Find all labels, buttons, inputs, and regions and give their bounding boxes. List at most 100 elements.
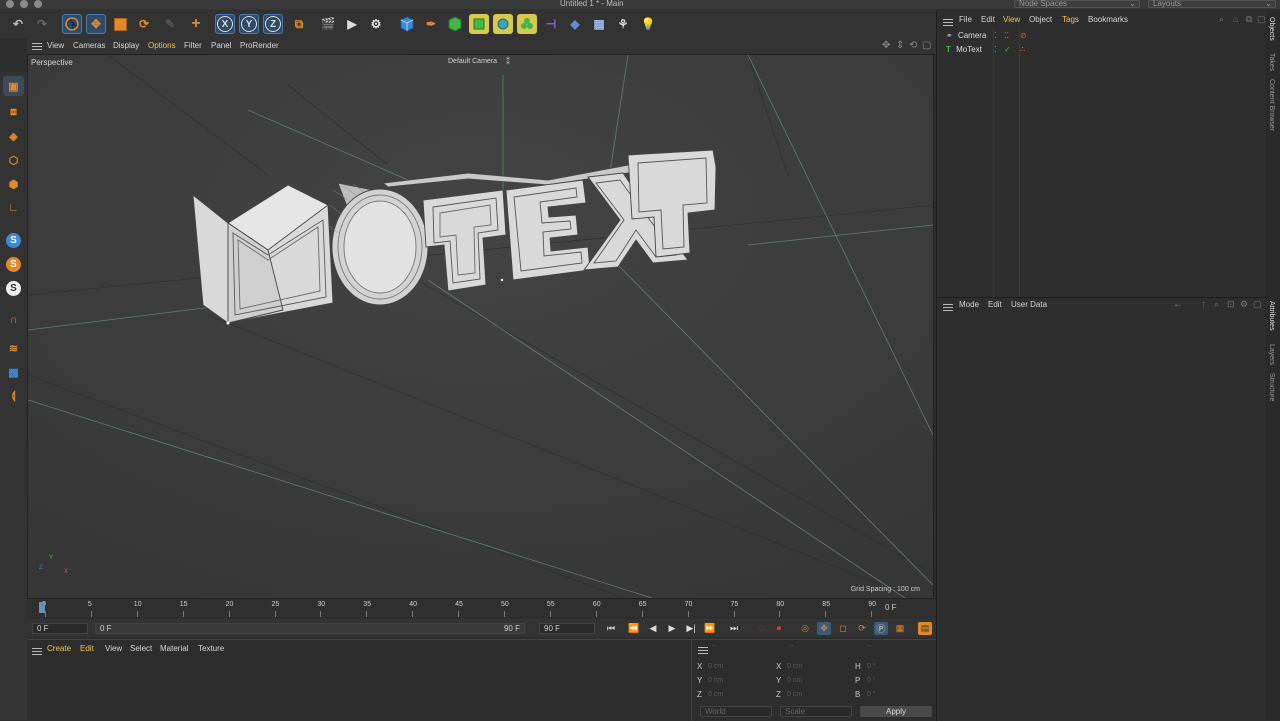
up-arrow-icon[interactable]: ↑ <box>1201 299 1206 310</box>
object-menu-bookmarks[interactable]: Bookmarks <box>1088 15 1128 24</box>
tab-objects[interactable]: Objects <box>1268 17 1275 41</box>
add-object-icon[interactable]: + <box>186 14 206 34</box>
tab-content-browser[interactable]: Content Browser <box>1268 79 1275 131</box>
visibility-dots-icon[interactable]: ⁚ <box>994 31 997 40</box>
pos-z-field[interactable]: 0 cm <box>708 691 723 698</box>
coordinate-mode-dropdown[interactable]: World <box>700 706 772 717</box>
new-view-icon[interactable]: ⧉ <box>1246 14 1252 25</box>
attribute-menu-user-data[interactable]: User Data <box>1011 300 1047 309</box>
protection-tag-icon[interactable]: ⊘ <box>1020 31 1027 40</box>
move-view-icon[interactable]: ✥ <box>882 40 890 51</box>
maximize-panel-icon[interactable]: ▢ <box>1253 299 1262 310</box>
next-key-icon[interactable]: ⏩ <box>703 622 717 635</box>
tab-layers[interactable]: Layers <box>1268 344 1275 365</box>
tab-takes[interactable]: Takes <box>1268 53 1275 71</box>
sculpt-tool-icon[interactable]: ≋ <box>3 338 24 358</box>
key-position-icon[interactable]: ✥ <box>817 622 831 635</box>
search-icon[interactable]: ⌕ <box>1214 299 1219 310</box>
object-menu-view[interactable]: View <box>1003 15 1020 24</box>
zoom-view-icon[interactable]: ⇕ <box>896 40 904 51</box>
pos-y-field[interactable]: 0 cm <box>708 677 723 684</box>
viewport-menu-view[interactable]: View <box>47 41 64 50</box>
visibility-dots-icon[interactable]: ⁚ <box>994 45 997 54</box>
keyframe-icon[interactable]: ⬦ <box>754 622 768 635</box>
material-menu-view[interactable]: View <box>105 644 122 653</box>
go-to-start-icon[interactable]: ⏮ <box>604 622 618 635</box>
size-z-field[interactable]: 0 cm <box>787 691 802 698</box>
material-menu-texture[interactable]: Texture <box>198 644 224 653</box>
hamburger-menu-icon[interactable] <box>32 648 42 649</box>
layouts-dropdown[interactable]: Layouts ⌄ <box>1148 0 1276 8</box>
size-x-field[interactable]: 0 cm <box>787 663 802 670</box>
hamburger-menu-icon[interactable] <box>698 647 708 648</box>
bodypaint-tool-icon[interactable]: ▩ <box>3 362 24 382</box>
scale-tool-icon[interactable] <box>110 14 130 34</box>
back-arrow-icon[interactable]: ← <box>1173 299 1183 310</box>
viewport-menu-options[interactable]: Options <box>148 41 176 50</box>
timeline-ruler[interactable]: 051015202530354045505560657075808590 0 F <box>27 599 936 619</box>
key-parameter-icon[interactable]: Ⓟ <box>874 622 888 635</box>
maximize-view-icon[interactable]: ▢ <box>922 40 931 51</box>
render-dots-icon[interactable]: ⁚⁚ <box>1004 31 1009 40</box>
pen-spline-icon[interactable]: ✒ <box>421 14 441 34</box>
size-y-field[interactable]: 0 cm <box>787 677 802 684</box>
pos-x-field[interactable]: 0 cm <box>708 663 723 670</box>
tweak-tool-icon[interactable]: ⟬ <box>3 386 24 406</box>
attribute-menu-edit[interactable]: Edit <box>988 300 1002 309</box>
apply-button[interactable]: Apply <box>860 706 932 717</box>
floor-environment-icon[interactable]: ▦ <box>589 14 609 34</box>
3d-viewport[interactable]: Perspective Default Camera ⁑ Grid Spacin… <box>27 54 934 599</box>
attribute-menu-mode[interactable]: Mode <box>959 300 979 309</box>
object-menu-tags[interactable]: Tags <box>1062 15 1079 24</box>
rotate-tool-icon[interactable]: ⟳ <box>134 14 154 34</box>
material-menu-select[interactable]: Select <box>130 644 152 653</box>
frame-range-slider[interactable]: 0 F 90 F <box>95 623 525 634</box>
camera-link-icon[interactable]: ⁑ <box>506 57 510 66</box>
start-frame-field[interactable]: 0 F <box>32 623 88 634</box>
coordinate-system-icon[interactable]: ⧉ <box>289 14 309 34</box>
viewport-menu-panel[interactable]: Panel <box>211 41 231 50</box>
move-tool-icon[interactable]: ✥ <box>86 14 106 34</box>
close-window-button[interactable] <box>6 0 14 8</box>
previous-frame-icon[interactable]: ◀ <box>646 622 660 635</box>
phong-tag-icon[interactable]: ∴ <box>1020 45 1025 54</box>
search-icon[interactable]: ⌕ <box>1219 14 1224 25</box>
material-menu-create[interactable]: Create <box>47 644 71 653</box>
snap-settings-icon[interactable]: S <box>3 230 24 250</box>
hamburger-menu-icon[interactable] <box>943 304 953 305</box>
record-active-icon[interactable]: ⏺ <box>772 622 786 635</box>
redo-icon[interactable]: ↷ <box>32 14 52 34</box>
zoom-window-button[interactable] <box>34 0 42 8</box>
deformer-icon[interactable]: ⊣ <box>541 14 561 34</box>
points-mode-icon[interactable]: ⬢ <box>3 174 24 194</box>
previous-key-icon[interactable]: ⏪ <box>627 622 641 635</box>
key-rotation-icon[interactable]: ⟳ <box>855 622 869 635</box>
timeline-window-icon[interactable]: ▤ <box>918 622 932 635</box>
workplane-mode-icon[interactable]: ⬡ <box>3 150 24 170</box>
model-mode-icon[interactable]: ⧈ <box>3 102 24 122</box>
hamburger-menu-icon[interactable] <box>32 43 42 44</box>
z-axis-lock-button[interactable]: Z <box>263 14 283 34</box>
object-menu-file[interactable]: File <box>959 15 972 24</box>
hamburger-menu-icon[interactable] <box>943 19 953 20</box>
render-to-picture-viewer-icon[interactable]: ▶ <box>342 14 362 34</box>
mograph-cloner-icon[interactable] <box>493 14 513 34</box>
minimize-window-button[interactable] <box>20 0 28 8</box>
lock-icon[interactable]: ⊡ <box>1227 299 1235 310</box>
render-view-icon[interactable]: 🎬 <box>318 14 338 34</box>
maximize-panel-icon[interactable]: ▢ <box>1257 14 1266 25</box>
object-menu-edit[interactable]: Edit <box>981 15 995 24</box>
key-pla-icon[interactable]: ▦ <box>893 622 907 635</box>
snap-enable-icon[interactable]: S <box>3 254 24 274</box>
enabled-check-icon[interactable]: ✓ <box>1004 45 1011 54</box>
recent-tool-icon[interactable]: ✎ <box>160 14 180 34</box>
object-row-motext[interactable]: T MoText ⁚ ✓ ∴ <box>946 45 1025 54</box>
play-icon[interactable]: ▶ <box>665 622 679 635</box>
end-frame-field[interactable]: 90 F <box>539 623 595 634</box>
subdivision-surface-icon[interactable] <box>445 14 465 34</box>
mograph-effector-icon[interactable] <box>517 14 537 34</box>
tab-structure[interactable]: Structure <box>1268 373 1275 401</box>
viewport-menu-cameras[interactable]: Cameras <box>73 41 105 50</box>
cube-object-icon[interactable] <box>397 14 417 34</box>
array-generator-icon[interactable] <box>469 14 489 34</box>
